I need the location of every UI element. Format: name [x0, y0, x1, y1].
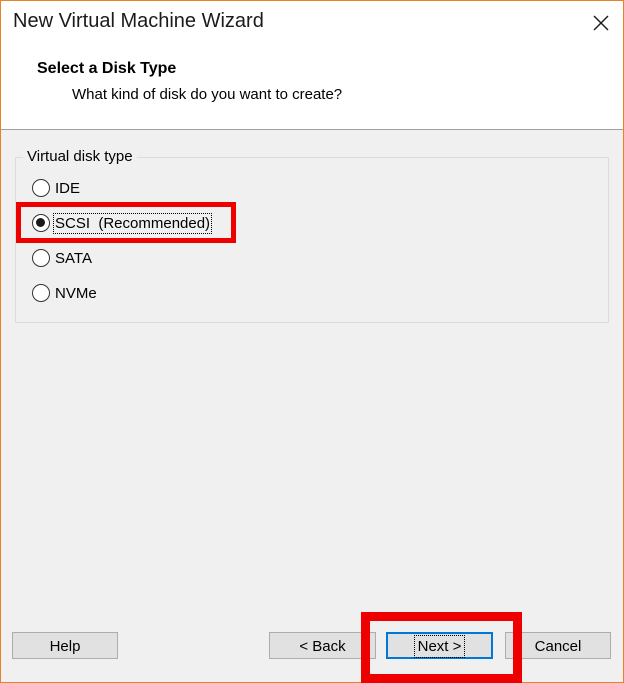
help-button[interactable]: Help [12, 632, 118, 659]
radio-ide-label[interactable]: IDE [55, 180, 80, 197]
radio-scsi-circle[interactable] [32, 214, 50, 232]
close-icon [593, 15, 609, 31]
radio-nvme-label[interactable]: NVMe [55, 285, 97, 302]
radio-sata-circle[interactable] [32, 249, 50, 267]
wizard-header: Select a Disk Type What kind of disk do … [1, 45, 623, 130]
page-title: Select a Disk Type [37, 60, 177, 77]
close-button[interactable] [577, 1, 623, 45]
window-title: New Virtual Machine Wizard [13, 10, 264, 32]
radio-nvme-circle[interactable] [32, 284, 50, 302]
radio-sata-label[interactable]: SATA [55, 250, 92, 267]
next-button-label[interactable]: Next > [413, 635, 466, 658]
next-button[interactable]: Next > [386, 632, 493, 659]
disk-type-groupbox [15, 157, 609, 323]
radio-ide-circle[interactable] [32, 179, 50, 197]
wizard-window: New Virtual Machine Wizard Select a Disk… [0, 0, 624, 683]
radio-nvme[interactable]: NVMe [32, 282, 97, 304]
page-subtitle: What kind of disk do you want to create? [72, 86, 343, 103]
radio-scsi-label[interactable]: SCSI (Recommended) [52, 212, 213, 234]
radio-scsi[interactable]: SCSI (Recommended) [32, 212, 213, 234]
disk-type-group-label: Virtual disk type [23, 148, 137, 165]
back-button[interactable]: < Back [269, 632, 376, 659]
radio-sata[interactable]: SATA [32, 247, 92, 269]
title-bar: New Virtual Machine Wizard [1, 1, 623, 45]
radio-ide[interactable]: IDE [32, 177, 80, 199]
cancel-button[interactable]: Cancel [505, 632, 611, 659]
